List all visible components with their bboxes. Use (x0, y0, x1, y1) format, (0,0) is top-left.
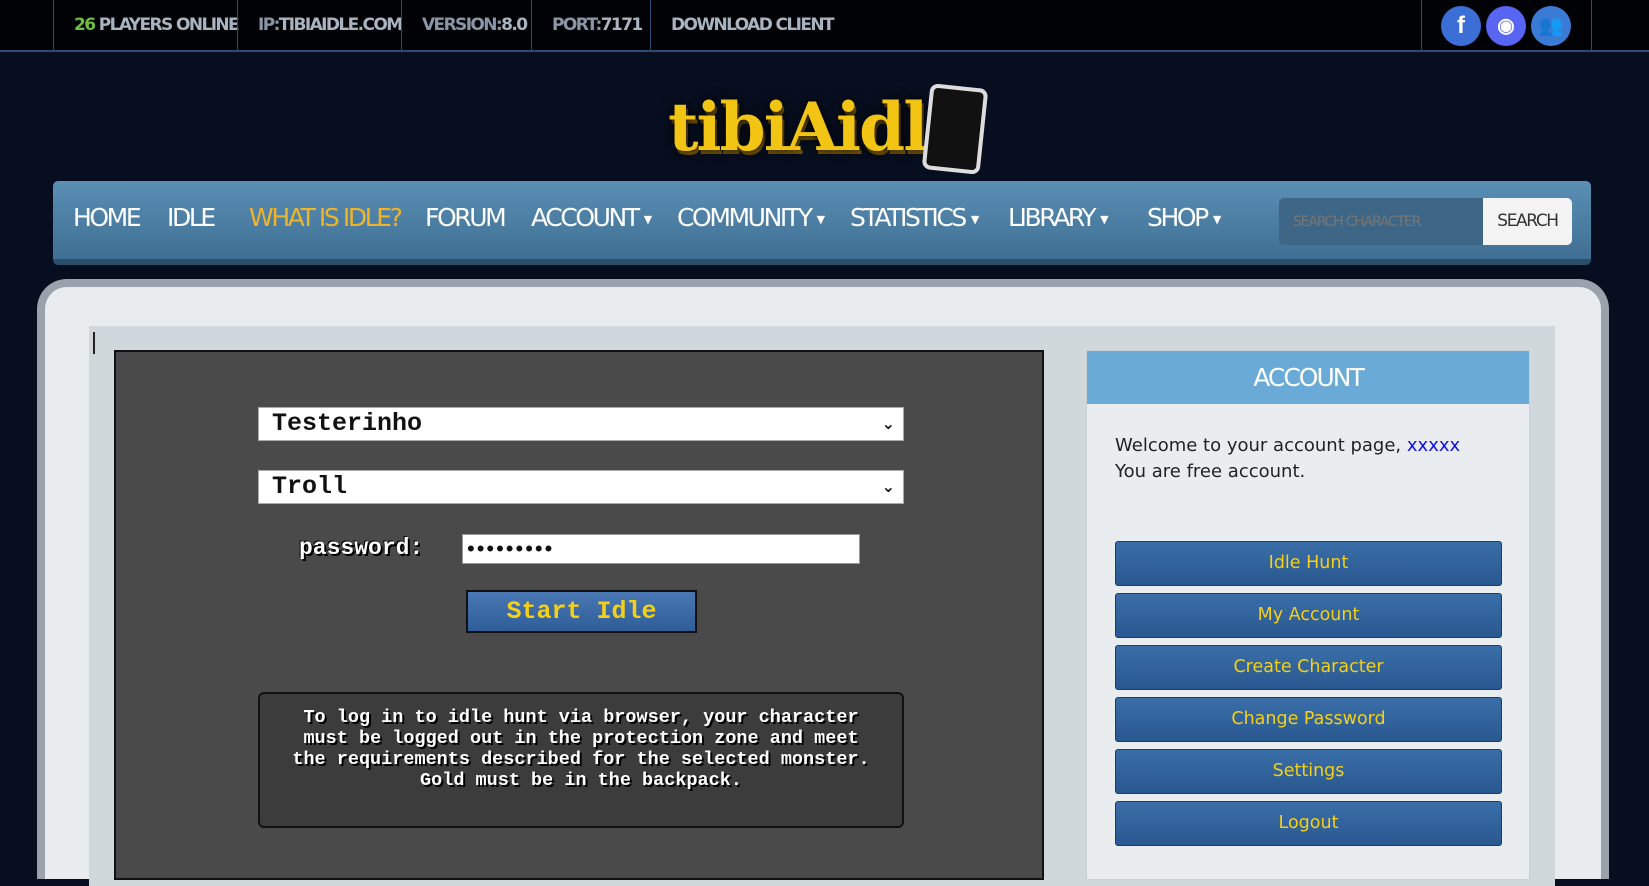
account-panel: ACCOUNT Welcome to your account page, xx… (1086, 350, 1530, 880)
divider (1591, 0, 1592, 52)
port-value: 7171 (600, 15, 644, 35)
my-account-button[interactable]: My Account (1115, 593, 1502, 638)
nav-label: WHAT IS IDLE? (249, 203, 403, 232)
idle-login-panel: Testerinho ⌄ Troll ⌄ password: ••••••••• S… (114, 350, 1044, 880)
nav-label: IDLE (167, 203, 216, 232)
caret-down-icon: ▼ (1212, 212, 1221, 226)
monster-select[interactable]: Troll ⌄ (258, 470, 904, 504)
password-label: password: (299, 535, 424, 561)
logo-text: tibiAidle (668, 88, 968, 166)
caret-down-icon: ▼ (643, 212, 652, 226)
search-character-input[interactable] (1279, 198, 1483, 245)
nav-account[interactable]: ACCOUNT ▼ (531, 203, 652, 232)
nav-statistics[interactable]: STATISTICS ▼ (850, 203, 979, 232)
nav-label: SHOP (1147, 203, 1209, 232)
settings-button[interactable]: Settings (1115, 749, 1502, 794)
players-label: PLAYERS ONLINE (94, 15, 240, 35)
character-value: Testerinho (272, 409, 423, 438)
logout-button[interactable]: Logout (1115, 801, 1502, 846)
nav-idle[interactable]: IDLE (167, 203, 216, 232)
site-logo[interactable]: tibiAidle (668, 83, 998, 176)
monster-value: Troll (272, 472, 348, 501)
search-button[interactable]: SEARCH (1483, 198, 1572, 245)
nav-label: ACCOUNT (531, 203, 640, 232)
version-label: VERSION: (422, 15, 503, 35)
caret-down-icon: ▼ (970, 212, 979, 226)
main-nav: HOME IDLE WHAT IS IDLE? FORUM ACCOUNT ▼ C… (53, 181, 1591, 265)
ip-label: IP: (258, 15, 280, 35)
nav-community[interactable]: COMMUNITY ▼ (677, 203, 825, 232)
nav-label: LIBRARY (1008, 203, 1097, 232)
idle-hunt-button[interactable]: Idle Hunt (1115, 541, 1502, 586)
nav-forum[interactable]: FORUM (425, 203, 507, 232)
text-cursor (93, 332, 95, 354)
nav-home[interactable]: HOME (73, 203, 142, 232)
version-value: 8.0 (501, 15, 528, 35)
divider (1421, 0, 1422, 52)
download-client-link[interactable]: DOWNLOAD CLIENT (650, 0, 835, 52)
account-title: ACCOUNT (1087, 351, 1529, 404)
nav-label: FORUM (425, 203, 507, 232)
caret-down-icon: ▼ (816, 212, 825, 226)
welcome-label: Welcome to your account page, (1115, 435, 1407, 456)
nav-label: COMMUNITY (677, 203, 813, 232)
players-online: 26 PLAYERS ONLINE (53, 0, 240, 52)
caret-down-icon: ▼ (1100, 212, 1108, 226)
info-box: To log in to idle hunt via browser, your… (258, 692, 904, 828)
chevron-down-icon: ⌄ (881, 477, 895, 496)
server-version: VERSION:8.0 (401, 0, 528, 52)
server-ip: IP:TIBIAIDLE.COM (237, 0, 403, 52)
welcome-text: Welcome to your account page, xxxxx You a… (1115, 433, 1460, 485)
port-label: PORT: (552, 15, 602, 35)
nav-label: STATISTICS (850, 203, 967, 232)
character-select[interactable]: Testerinho ⌄ (258, 407, 904, 441)
chevron-down-icon: ⌄ (881, 414, 895, 433)
nav-what-is-idle[interactable]: WHAT IS IDLE? (249, 203, 403, 232)
username-link[interactable]: xxxxx (1407, 435, 1460, 456)
nav-shop[interactable]: SHOP ▼ (1147, 203, 1221, 232)
top-bar: 26 PLAYERS ONLINE IP:TIBIAIDLE.COM VERSI… (0, 0, 1649, 52)
players-count: 26 (74, 15, 96, 35)
facebook-icon[interactable]: f (1441, 6, 1481, 46)
community-icon[interactable]: 👥 (1531, 6, 1571, 46)
password-input[interactable]: ••••••••• (462, 534, 860, 564)
change-password-button[interactable]: Change Password (1115, 697, 1502, 742)
ip-value: TIBIAIDLE.COM (278, 15, 403, 35)
nav-label: HOME (73, 203, 142, 232)
start-idle-button[interactable]: Start Idle (466, 590, 697, 633)
server-port: PORT:7171 (531, 0, 644, 52)
nav-library[interactable]: LIBRARY ▼ (1008, 203, 1109, 232)
discord-icon[interactable]: ◉ (1486, 6, 1526, 46)
create-character-button[interactable]: Create Character (1115, 645, 1502, 690)
phone-icon (921, 83, 989, 175)
account-status: You are free account. (1115, 461, 1306, 482)
